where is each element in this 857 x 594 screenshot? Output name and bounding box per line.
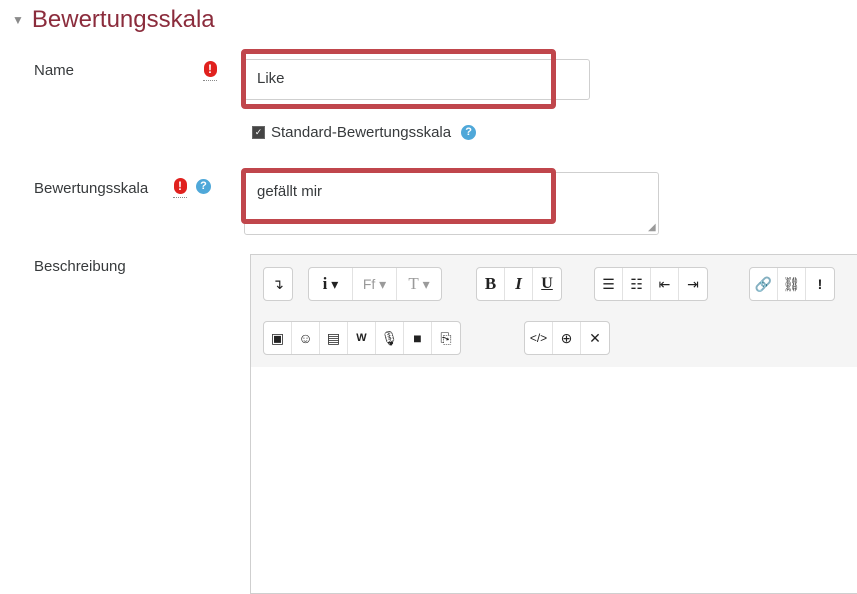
- toolbar-group: ☰ ☷ ⇤ ⇥: [594, 267, 708, 301]
- toolbar-group: ▣ ☺ ▤ W 🎙 ■ ⎘: [263, 321, 461, 355]
- indent-icon[interactable]: ⇥: [679, 268, 707, 300]
- highlight-box: [241, 168, 556, 224]
- editor-toolbar: ↴ i ▾ Ff ▾ T ▾ B I U ☰ ☷ ⇤ ⇥ 🔗 ⛓ ! ▣ ☺ ▤…: [251, 255, 857, 368]
- underline-button[interactable]: U: [533, 268, 561, 300]
- video-icon[interactable]: ■: [404, 322, 432, 354]
- highlight-box: [241, 49, 556, 109]
- info-icon: i: [322, 274, 328, 293]
- description-label: Beschreibung: [34, 258, 126, 275]
- bulleted-list-icon[interactable]: ☰: [595, 268, 623, 300]
- font-family-button[interactable]: Ff ▾: [353, 268, 397, 300]
- description-editor: ↴ i ▾ Ff ▾ T ▾ B I U ☰ ☷ ⇤ ⇥ 🔗 ⛓ ! ▣ ☺ ▤…: [250, 254, 857, 594]
- required-icon: !: [173, 177, 187, 198]
- toolbar-group: B I U: [476, 267, 562, 301]
- section-title: Bewertungsskala: [31, 6, 215, 33]
- more-button[interactable]: !: [806, 268, 834, 300]
- fullscreen-icon[interactable]: ✕: [581, 322, 609, 354]
- toolbar-group: ↴: [263, 267, 293, 301]
- numbered-list-icon[interactable]: ☷: [623, 268, 651, 300]
- toolbar-group: </> ⊕ ✕: [524, 321, 610, 355]
- media-icon[interactable]: ▤: [320, 322, 348, 354]
- italic-button[interactable]: I: [505, 268, 533, 300]
- scale-label: Bewertungsskala: [34, 180, 149, 197]
- font-size-icon: T: [408, 274, 419, 293]
- html-source-icon[interactable]: </>: [525, 322, 553, 354]
- bold-button[interactable]: B: [477, 268, 505, 300]
- font-family-icon: Ff: [362, 276, 376, 292]
- name-label: Name: [34, 62, 75, 79]
- toggle-toolbar-button[interactable]: ↴: [264, 268, 292, 300]
- zoom-icon[interactable]: ⊕: [553, 322, 581, 354]
- toolbar-group: i ▾ Ff ▾ T ▾: [308, 267, 442, 301]
- standard-scale-checkbox[interactable]: ✓: [252, 126, 265, 139]
- question-icon[interactable]: ?: [461, 125, 477, 140]
- editor-content-area[interactable]: [251, 367, 857, 593]
- paste-icon[interactable]: ⎘: [432, 322, 460, 354]
- question-icon[interactable]: ?: [196, 179, 211, 194]
- emoji-icon[interactable]: ☺: [292, 322, 320, 354]
- image-icon[interactable]: ▣: [264, 322, 292, 354]
- standard-scale-label: Standard-Bewertungsskala: [271, 124, 452, 141]
- resize-handle[interactable]: ◢: [648, 222, 656, 233]
- outdent-icon[interactable]: ⇤: [651, 268, 679, 300]
- font-size-button[interactable]: T ▾: [397, 268, 441, 300]
- required-icon: !: [203, 60, 217, 81]
- link-icon[interactable]: 🔗: [750, 268, 778, 300]
- toolbar-group: 🔗 ⛓ !: [749, 267, 835, 301]
- microphone-icon[interactable]: 🎙: [376, 322, 404, 354]
- standard-scale-row: ✓ Standard-Bewertungsskala ?: [252, 124, 477, 141]
- info-menu-button[interactable]: i ▾: [309, 268, 353, 300]
- section-header[interactable]: ▼ Bewertungsskala: [12, 6, 215, 34]
- unlink-icon[interactable]: ⛓: [778, 268, 806, 300]
- caret-down-icon[interactable]: ▼: [12, 13, 24, 27]
- word-import-icon[interactable]: W: [348, 322, 376, 354]
